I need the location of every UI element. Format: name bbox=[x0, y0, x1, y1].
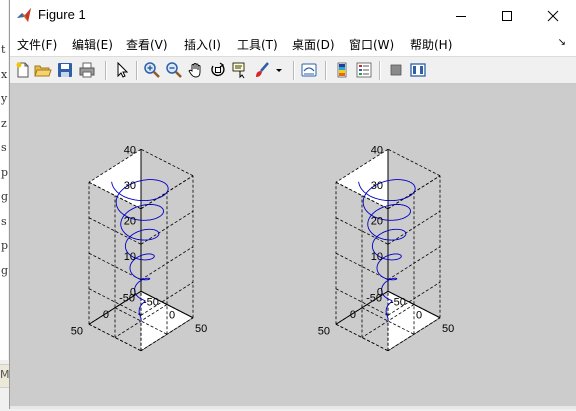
toolbar-separator bbox=[136, 61, 138, 80]
menu-overflow-icon[interactable]: ↘ bbox=[558, 37, 566, 48]
background-letter: g bbox=[1, 263, 9, 277]
grid-line bbox=[140, 210, 194, 245]
menu-file[interactable]: 文件(F) bbox=[17, 36, 57, 53]
grid-line bbox=[387, 210, 441, 245]
box-edge bbox=[387, 148, 441, 177]
hide-plot-tools-icon[interactable] bbox=[387, 61, 405, 79]
y-tick-label: -50 bbox=[119, 292, 135, 304]
background-letter: p bbox=[1, 165, 9, 179]
box-edge bbox=[140, 148, 194, 177]
title-bar[interactable]: Figure 1 bbox=[10, 0, 576, 31]
toolbar-separator bbox=[105, 61, 107, 80]
close-icon bbox=[547, 10, 559, 21]
background-letter: z bbox=[1, 116, 7, 130]
z-tick-label: 30 bbox=[371, 180, 383, 192]
x-tick-label: 50 bbox=[442, 323, 454, 335]
background-window-text: t x y z s p g s p g bbox=[1, 38, 9, 283]
z-tick-label: 30 bbox=[124, 180, 136, 192]
x-tick-label: -50 bbox=[390, 296, 406, 308]
show-plot-tools-icon[interactable] bbox=[409, 61, 427, 79]
z-tick-label: 20 bbox=[124, 215, 136, 227]
background-letter: s bbox=[1, 214, 7, 228]
maximize-button[interactable] bbox=[484, 0, 530, 31]
z-tick-label: 10 bbox=[124, 251, 136, 263]
menu-bar: 文件(F) 编辑(E) 查看(V) 插入(I) 工具(T) 桌面(D) 窗口(W… bbox=[10, 31, 576, 55]
window-title: Figure 1 bbox=[38, 7, 86, 22]
figure-window: Figure 1 文件(F) 编辑(E) 查看(V) 插入(I) 工具(T) 桌… bbox=[9, 0, 576, 409]
zoom-out-icon[interactable] bbox=[165, 61, 183, 79]
menu-view[interactable]: 查看(V) bbox=[126, 36, 168, 53]
background-letter: p bbox=[1, 239, 9, 252]
menu-window[interactable]: 窗口(W) bbox=[349, 36, 394, 53]
z-tick-label: 20 bbox=[371, 215, 383, 227]
brush-icon[interactable] bbox=[253, 61, 271, 79]
legend-icon[interactable] bbox=[355, 61, 373, 79]
print-icon[interactable] bbox=[78, 61, 96, 79]
z-tick-label: 10 bbox=[371, 251, 383, 263]
brush-dropdown-icon[interactable] bbox=[274, 61, 284, 79]
figure-canvas[interactable]: 0 10 20 30 40 -50 0 50 -50 0 50 0 10 20 30 40 -50 0 50 -50 0… bbox=[10, 84, 576, 407]
subplot-1: 010203040-50050-50050 bbox=[71, 144, 207, 352]
menu-insert[interactable]: 插入(I) bbox=[184, 36, 221, 53]
toolbar-separator bbox=[325, 61, 327, 80]
y-tick-label: 50 bbox=[71, 325, 83, 337]
y-tick-label: 0 bbox=[103, 309, 109, 321]
background-letter: g bbox=[1, 190, 9, 203]
background-letter: y bbox=[1, 92, 8, 105]
pan-hand-icon[interactable] bbox=[187, 61, 205, 79]
background-letter: x bbox=[1, 67, 8, 81]
toolbar-separator bbox=[293, 61, 295, 80]
x-tick-label: 0 bbox=[169, 310, 175, 322]
colorbar-icon[interactable] bbox=[333, 61, 351, 79]
y-tick-label: 50 bbox=[318, 325, 330, 337]
save-icon[interactable] bbox=[56, 61, 74, 79]
z-tick-label: 40 bbox=[371, 144, 383, 156]
minimize-button[interactable] bbox=[438, 0, 484, 31]
link-plot-icon[interactable] bbox=[300, 61, 318, 79]
menu-tools[interactable]: 工具(T) bbox=[237, 36, 278, 53]
plot-area: 010203040-50050-50050010203040-50050-500… bbox=[71, 144, 454, 352]
new-figure-icon[interactable] bbox=[14, 61, 32, 79]
x-tick-label: -50 bbox=[143, 296, 159, 308]
background-letter: t bbox=[1, 43, 6, 56]
subplot-2: 010203040-50050-50050 bbox=[318, 144, 454, 352]
menu-desktop[interactable]: 桌面(D) bbox=[292, 36, 335, 53]
maximize-icon bbox=[502, 10, 512, 21]
background-letter: s bbox=[1, 141, 7, 154]
open-folder-icon[interactable] bbox=[34, 61, 52, 79]
menu-help[interactable]: 帮助(H) bbox=[410, 36, 452, 53]
z-tick-label: 40 bbox=[124, 144, 136, 156]
zoom-in-icon[interactable] bbox=[143, 61, 161, 79]
x-tick-label: 0 bbox=[416, 310, 422, 322]
close-button[interactable] bbox=[530, 0, 576, 31]
y-tick-label: 0 bbox=[350, 309, 356, 321]
matlab-logo-icon bbox=[17, 8, 31, 22]
x-tick-label: 50 bbox=[195, 323, 207, 335]
rotate-3d-icon[interactable] bbox=[209, 61, 227, 79]
menu-edit[interactable]: 编辑(E) bbox=[72, 36, 113, 53]
data-cursor-icon[interactable] bbox=[231, 61, 249, 79]
toolbar-separator bbox=[379, 61, 381, 80]
figure-toolbar bbox=[10, 56, 576, 84]
minimize-icon bbox=[456, 15, 466, 17]
edit-plot-arrow-icon[interactable] bbox=[113, 61, 131, 79]
window-bottom-edge bbox=[10, 406, 576, 409]
y-tick-label: -50 bbox=[366, 292, 382, 304]
